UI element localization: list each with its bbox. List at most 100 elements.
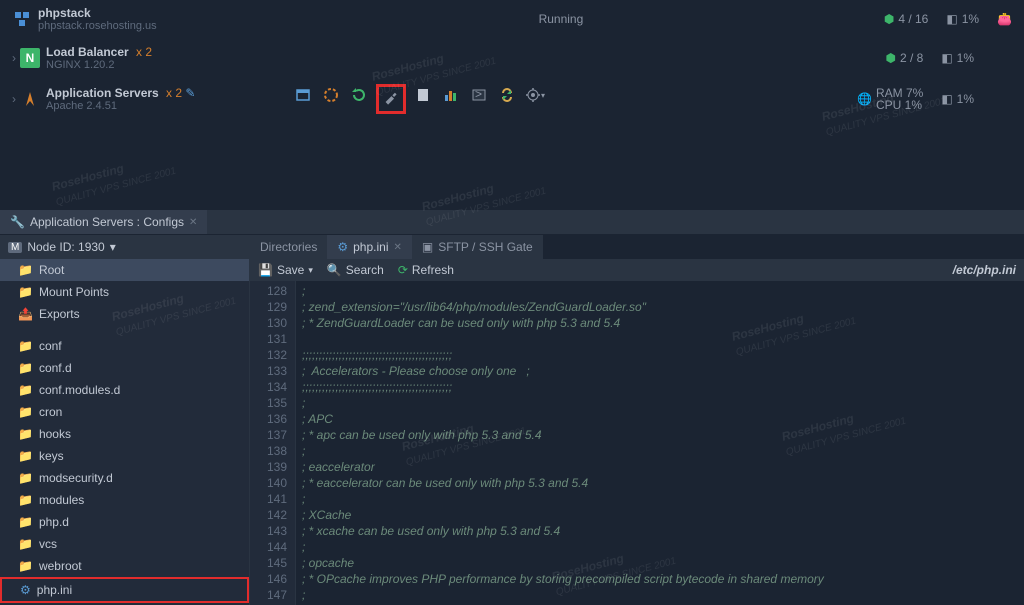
app-count: x 2 [163,86,182,100]
statistics-button[interactable] [440,84,462,106]
config-button[interactable] [380,88,402,110]
folder-icon: 📁 [18,405,33,419]
search-button[interactable]: 🔍Search [327,263,384,277]
save-icon: 💾 [258,263,273,277]
file-path: /etc/php.ini [953,263,1016,277]
folder-icon: 📁 [18,449,33,463]
environment-panel: phpstack phpstack.rosehosting.us Running… [0,0,1024,121]
config-panel: 🔧 Application Servers : Configs ✕ M Node… [0,210,1024,605]
log-button[interactable] [412,84,434,106]
hex-icon: ⬢ [885,51,895,65]
globe-icon: 🌐 [857,93,872,105]
editor-tabs: Directories ⚙php.ini✕ ▣SFTP / SSH Gate [250,235,1024,259]
tag-icon[interactable]: ✎ [185,86,195,100]
app-version: Apache 2.4.51 [46,100,246,112]
folder-icon: 📁 [18,361,33,375]
node-selector[interactable]: M Node ID: 1930 ▾ [0,235,249,259]
tree-modules[interactable]: 📁modules [0,489,249,511]
lb-count: x 2 [133,45,152,59]
folder-icon: 📁 [18,559,33,573]
save-button[interactable]: 💾Save ▾ [258,263,313,277]
tree-mount[interactable]: 📁Mount Points [0,281,249,303]
lb-row: › N Load Balancer x 2 NGINX 1.20.2 ⬢2 / … [0,39,1024,78]
nginx-icon: N [20,48,40,68]
folder-icon: 📁 [18,285,33,299]
refresh-icon: ⟳ [398,263,408,277]
env-domain: phpstack.rosehosting.us [38,20,238,32]
open-browser-button[interactable] [292,84,314,106]
hex-icon: ⬢ [884,12,894,26]
panel-tab-label: Application Servers : Configs [30,215,184,229]
tree-confmod[interactable]: 📁conf.modules.d [0,379,249,401]
tree-confd[interactable]: 📁conf.d [0,357,249,379]
restart-button[interactable] [348,84,370,106]
disk-pct: 1% [962,12,979,26]
folder-icon: 📁 [18,537,33,551]
tree-modsec[interactable]: 📁modsecurity.d [0,467,249,489]
ssh-button[interactable]: > [468,84,490,106]
app-title: Application Servers [46,86,159,100]
cpu-label: CPU [876,98,901,112]
lb-title: Load Balancer [46,45,129,59]
tree-phpd[interactable]: 📁php.d [0,511,249,533]
folder-icon: 📁 [18,339,33,353]
node-toolbar: > ▾ [292,84,546,114]
disk-icon: ◧ [941,92,952,106]
line-gutter: 1281291301311321331341351361371381391401… [250,281,296,605]
cloudlets-ratio: 4 / 16 [898,12,928,26]
close-icon[interactable]: ✕ [189,217,197,228]
file-icon: ⚙ [337,240,348,254]
disk-icon: ◧ [941,51,952,65]
panel-tab[interactable]: 🔧 Application Servers : Configs ✕ [0,210,207,234]
refresh-button[interactable]: ⟳Refresh [398,263,454,277]
env-icon [12,9,32,29]
tab-sftp[interactable]: ▣SFTP / SSH Gate [412,235,543,259]
folder-icon: 📁 [18,427,33,441]
file-icon: ⚙ [20,583,31,597]
folder-icon: 📁 [18,493,33,507]
chevron-down-icon: ▾ [308,265,313,276]
editor-pane: Directories ⚙php.ini✕ ▣SFTP / SSH Gate 💾… [250,235,1024,605]
node-label: Node ID: 1930 [27,240,104,254]
close-icon[interactable]: ✕ [394,242,402,253]
tree-root[interactable]: 📁Root [0,259,249,281]
disk-icon: ◧ [946,12,957,26]
code-content[interactable]: ;; zend_extension="/usr/lib64/php/module… [296,281,1024,605]
lb-cloudlets: 2 / 8 [900,51,923,65]
addons-button[interactable]: ▾ [524,84,546,106]
tab-directories[interactable]: Directories [250,235,327,259]
tab-phpini[interactable]: ⚙php.ini✕ [327,235,412,259]
app-row: › Application Servers x 2 ✎ Apache 2.4.5… [0,78,1024,121]
apache-icon [20,89,40,109]
app-disk: 1% [957,92,974,106]
remote-icon[interactable] [320,84,342,106]
redeploy-button[interactable] [496,84,518,106]
env-name: phpstack [38,6,238,20]
expand-icon[interactable]: › [12,92,16,106]
balance-icon[interactable]: 👛 [997,12,1012,26]
editor-toolbar: 💾Save ▾ 🔍Search ⟳Refresh /etc/php.ini [250,259,1024,281]
tree-vcs[interactable]: 📁vcs [0,533,249,555]
file-tree-sidebar: M Node ID: 1930 ▾ 📁Root 📁Mount Points 📤E… [0,235,250,605]
tree-cron[interactable]: 📁cron [0,401,249,423]
folder-icon: 📁 [18,383,33,397]
tree-hooks[interactable]: 📁hooks [0,423,249,445]
expand-icon[interactable]: › [12,51,16,65]
folder-icon: 📁 [18,263,33,277]
tree-conf[interactable]: 📁conf [0,335,249,357]
wrench-icon: 🔧 [10,215,25,229]
env-row: phpstack phpstack.rosehosting.us Running… [0,0,1024,39]
code-editor[interactable]: 1281291301311321331341351361371381391401… [250,281,1024,605]
tree-phpini[interactable]: ⚙php.ini [0,577,249,603]
tree-keys[interactable]: 📁keys [0,445,249,467]
folder-icon: 📁 [18,471,33,485]
exports-icon: 📤 [18,307,33,321]
search-icon: 🔍 [327,263,342,277]
tree-webroot[interactable]: 📁webroot [0,555,249,577]
terminal-icon: ▣ [422,240,433,254]
tree-exports[interactable]: 📤Exports [0,303,249,325]
config-button-highlight [376,84,406,114]
file-tree: 📁Root 📁Mount Points 📤Exports 📁conf 📁conf… [0,259,249,605]
env-status: Running [238,12,884,26]
folder-icon: 📁 [18,515,33,529]
